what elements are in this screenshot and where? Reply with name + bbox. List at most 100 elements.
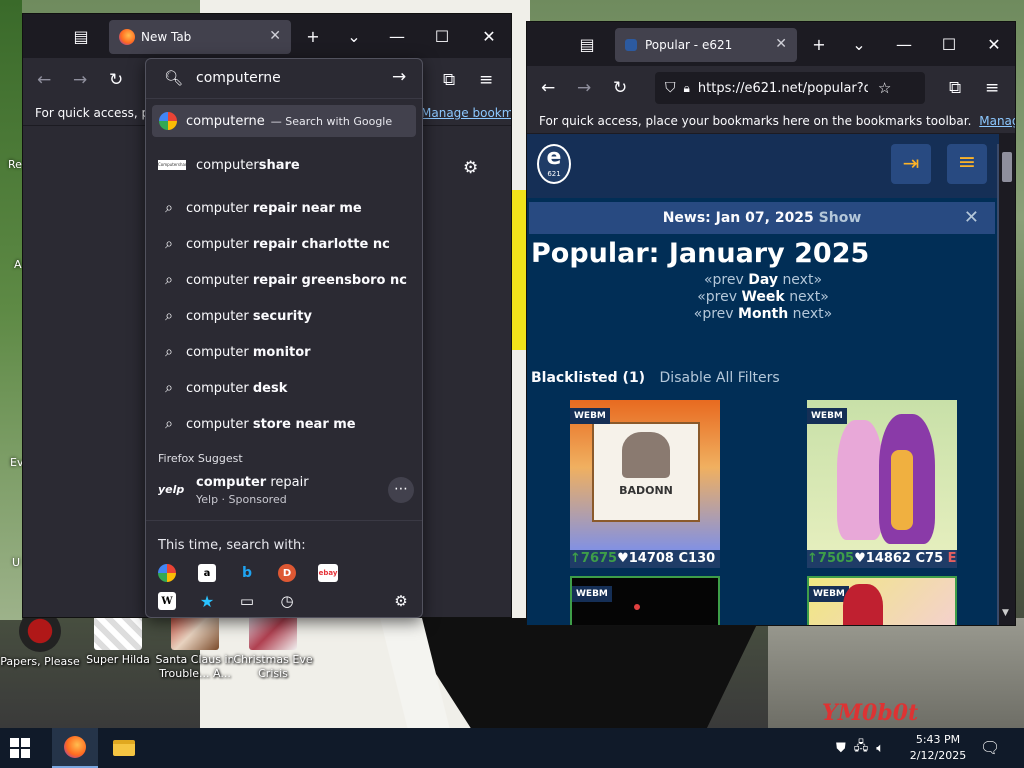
tab-title: Popular - e621 — [645, 38, 733, 52]
close-window-button[interactable]: ✕ — [467, 14, 511, 58]
extensions-icon[interactable]: ⧉ — [443, 70, 455, 90]
volume-muted-icon[interactable]: 🔈︎ — [876, 741, 884, 756]
url-text[interactable]: https://e621.net/popular?da — [698, 81, 868, 96]
period-nav-row-month: «prev Month next» — [527, 306, 999, 323]
prev-month-link[interactable]: «prev — [694, 306, 734, 322]
chevron-down-icon[interactable]: ⌄ — [837, 22, 881, 66]
security-warning-icon[interactable]: ⛊ — [836, 741, 846, 756]
search-settings-gear-icon[interactable]: ⚙ — [392, 592, 410, 610]
suggestion-item[interactable]: ⌕ computer repair near me — [152, 192, 416, 224]
notifications-icon[interactable]: 🗨︎ — [980, 738, 1000, 757]
scrollbar-thumb[interactable] — [1002, 152, 1012, 182]
reload-icon[interactable]: ↻ — [613, 78, 627, 98]
next-day-link[interactable]: next» — [782, 272, 822, 288]
tab-popular-e621[interactable]: Popular - e621 ✕ — [615, 28, 797, 62]
windows-start-icon[interactable] — [10, 738, 30, 758]
login-icon[interactable]: ⇥ — [891, 144, 931, 184]
suggestion-rest: repair near me — [252, 200, 362, 216]
post-dot — [634, 604, 640, 610]
next-week-link[interactable]: next» — [789, 289, 829, 305]
news-show-link[interactable]: Show — [819, 210, 862, 226]
url-input[interactable]: computerne — [196, 70, 281, 86]
suggestion-item[interactable]: ⌕ computer repair charlotte nc — [152, 228, 416, 260]
desktop-icon-christmas-eve[interactable]: Christmas Eve Crisis — [233, 610, 313, 681]
manage-bookmarks-link[interactable]: Manage bookmark — [979, 114, 1015, 128]
tabs-icon[interactable]: ▭ — [238, 592, 256, 610]
sponsored-suggestion[interactable]: yelp computer repair Yelp · Sponsored ⋯ — [152, 471, 416, 511]
tab-new-tab[interactable]: New Tab ✕ — [109, 20, 291, 54]
suggestion-google-search[interactable]: computerne — Search with Google — [152, 105, 416, 137]
desktop-icon-papers-please[interactable]: Papers, Please — [0, 610, 80, 669]
more-options-icon[interactable]: ⋯ — [388, 477, 414, 503]
suggestion-computershare[interactable]: Computershare computer share — [152, 149, 416, 181]
duckduckgo-engine-icon[interactable]: D — [278, 564, 296, 582]
post-thumbnail[interactable]: BADONN WEBM ↑7675♥14708 C130 E — [570, 400, 720, 568]
url-input-row[interactable]: 🔍︎ computerne → — [146, 59, 422, 99]
reload-icon[interactable]: ↻ — [109, 70, 123, 90]
next-month-link[interactable]: next» — [793, 306, 833, 322]
bing-engine-icon[interactable]: b — [238, 564, 256, 582]
manage-bookmarks-link[interactable]: Manage bookmark — [421, 102, 511, 124]
taskbar-firefox[interactable] — [52, 728, 98, 768]
close-window-button[interactable]: ✕ — [972, 22, 1015, 66]
logo-letter: e — [546, 145, 562, 170]
blacklisted-label[interactable]: Blacklisted (1) — [531, 370, 645, 386]
taskbar: ⛊ 🖧︎ 🔈︎ 5:43 PM 2/12/2025 🗨︎ — [0, 728, 1024, 768]
new-tab-button[interactable]: + — [291, 14, 335, 58]
settings-gear-icon[interactable]: ⚙ — [463, 158, 478, 178]
maximize-button[interactable]: ☐ — [420, 14, 464, 58]
suggestion-item[interactable]: ⌕ computer monitor — [152, 336, 416, 368]
back-arrow-icon[interactable]: ← — [37, 70, 51, 90]
suggestion-prefix: computer — [186, 308, 249, 324]
clock[interactable]: 5:43 PM 2/12/2025 — [900, 732, 976, 764]
forward-arrow-icon[interactable]: → — [577, 78, 591, 98]
suggestion-item[interactable]: ⌕ computer desk — [152, 372, 416, 404]
hamburger-menu-icon[interactable]: ≡ — [947, 144, 987, 184]
close-news-icon[interactable]: ✕ — [964, 202, 979, 234]
minimize-button[interactable]: — — [882, 22, 926, 66]
post-favs: ♥14708 — [617, 551, 674, 566]
chevron-down-icon[interactable]: ⌄ — [332, 14, 376, 58]
e621-logo[interactable]: e 621 — [537, 144, 571, 184]
post-thumbnail[interactable]: WEBM ↑7505♥14862 C75 E — [807, 400, 957, 568]
url-bar[interactable]: ⛉ 🔒︎ https://e621.net/popular?da ☆ — [655, 72, 925, 104]
scroll-down-icon[interactable]: ▼ — [1002, 608, 1009, 618]
suggestion-item[interactable]: ⌕ computer security — [152, 300, 416, 332]
history-clock-icon[interactable]: ◷ — [278, 592, 296, 610]
back-arrow-icon[interactable]: ← — [541, 78, 555, 98]
search-icon: ⌕ — [165, 200, 173, 216]
prev-week-link[interactable]: «prev — [697, 289, 737, 305]
news-banner[interactable]: News: Jan 07, 2025 Show ✕ — [529, 202, 995, 234]
close-tab-icon[interactable]: ✕ — [775, 36, 787, 52]
news-label: News: Jan 07, 2025 — [662, 210, 814, 226]
forward-arrow-icon[interactable]: → — [73, 70, 87, 90]
amazon-engine-icon[interactable]: a — [198, 564, 216, 582]
ebay-engine-icon[interactable]: ebay — [318, 564, 338, 582]
desktop-icon-super-hilda[interactable]: Super Hilda — [78, 610, 158, 667]
suggestion-item[interactable]: ⌕ computer store near me — [152, 408, 416, 440]
post-thumbnail[interactable]: WEBM — [807, 576, 957, 625]
network-icon[interactable]: 🖧︎ — [854, 737, 869, 759]
extensions-icon[interactable]: ⧉ — [949, 78, 961, 98]
wikipedia-engine-icon[interactable]: W — [158, 592, 176, 610]
menu-icon[interactable]: ≡ — [479, 70, 493, 90]
minimize-button[interactable]: — — [375, 14, 419, 58]
disable-filters-link[interactable]: Disable All Filters — [660, 370, 780, 386]
taskbar-file-explorer[interactable] — [104, 728, 144, 768]
desktop-icon-santa-claus[interactable]: Santa Claus in Trouble... A... — [155, 610, 235, 681]
tab-manager-icon[interactable]: ▤ — [565, 22, 609, 66]
page-scrollbar[interactable]: ▼ — [999, 134, 1015, 625]
go-arrow-icon[interactable]: → — [392, 67, 406, 87]
bookmark-star-icon[interactable]: ☆ — [878, 79, 891, 97]
tab-manager-icon[interactable]: ▤ — [59, 14, 103, 58]
google-engine-icon[interactable] — [158, 564, 176, 582]
close-tab-icon[interactable]: ✕ — [269, 28, 281, 44]
suggestion-item[interactable]: ⌕ computer repair greensboro nc — [152, 264, 416, 296]
prev-day-link[interactable]: «prev — [704, 272, 744, 288]
new-tab-button[interactable]: + — [797, 22, 841, 66]
maximize-button[interactable]: ☐ — [927, 22, 971, 66]
suggestion-rest: store near me — [252, 416, 356, 432]
menu-icon[interactable]: ≡ — [985, 78, 999, 98]
post-thumbnail[interactable]: WEBM — [570, 576, 720, 625]
bookmarks-star-icon[interactable]: ★ — [198, 592, 216, 611]
